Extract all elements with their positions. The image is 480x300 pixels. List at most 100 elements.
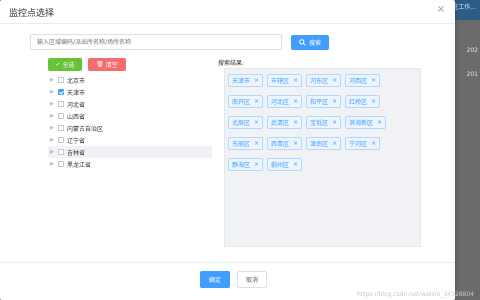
result-tag-label: 蓟州区 xyxy=(271,162,290,169)
result-tag: 蓟州区 × xyxy=(267,158,303,171)
tag-remove-icon[interactable]: × xyxy=(332,119,337,126)
result-tag: 河西区 × xyxy=(345,74,381,87)
search-input[interactable] xyxy=(30,34,282,50)
result-tag: 宝坻区 × xyxy=(306,116,342,129)
result-tag-label: 北辰区 xyxy=(232,120,251,127)
tree-node[interactable]: ▶ 天津市 xyxy=(48,86,212,98)
title-divider xyxy=(0,23,455,24)
select-all-button[interactable]: ✓ 全选 xyxy=(48,58,82,71)
result-tag-label: 西青区 xyxy=(271,141,290,148)
tag-remove-icon[interactable]: × xyxy=(254,140,259,147)
tag-remove-icon[interactable]: × xyxy=(293,77,298,84)
expand-arrow-icon[interactable]: ▶ xyxy=(48,113,56,119)
result-tag: 武清区 × xyxy=(267,116,303,129)
expand-arrow-icon[interactable]: ▶ xyxy=(48,101,56,107)
result-tag-label: 市辖区 xyxy=(271,78,290,85)
tree-node[interactable]: ▶ 黑龙江省 xyxy=(48,158,212,170)
tree-node[interactable]: ▶ 内蒙古自治区 xyxy=(48,122,212,134)
result-tag-label: 宁河区 xyxy=(349,141,368,148)
confirm-button[interactable]: 确定 xyxy=(200,271,230,288)
tree-node-label: 辽宁省 xyxy=(67,137,86,145)
result-tag: 河东区 × xyxy=(306,74,342,87)
result-tag: 北辰区 × xyxy=(228,116,264,129)
footer-divider xyxy=(0,262,455,263)
check-icon: ✓ xyxy=(55,61,61,68)
result-tag: 西青区 × xyxy=(267,137,303,150)
tree-node-label: 天津市 xyxy=(67,89,86,97)
tree-checkbox[interactable] xyxy=(58,77,64,83)
tag-remove-icon[interactable]: × xyxy=(254,77,259,84)
result-tag-label: 津南区 xyxy=(310,141,329,148)
result-tag: 和平区 × xyxy=(306,95,342,108)
tree-checkbox[interactable] xyxy=(58,149,64,155)
result-tag: 市辖区 × xyxy=(267,74,303,87)
tree-node[interactable]: ▶ 北京市 xyxy=(48,74,212,86)
expand-arrow-icon[interactable]: ▶ xyxy=(48,89,56,95)
tag-remove-icon[interactable]: × xyxy=(332,98,337,105)
tree-node-label: 吉林省 xyxy=(67,149,86,157)
tree-checkbox[interactable] xyxy=(58,137,64,143)
tree-node-label: 黑龙江省 xyxy=(67,161,92,169)
result-tag: 南开区 × xyxy=(228,95,264,108)
cancel-button[interactable]: 取消 xyxy=(237,271,267,288)
trash-icon: 🗑 xyxy=(96,61,104,68)
tree-node-label: 河北省 xyxy=(67,101,86,109)
background-row-value: 201 xyxy=(466,71,478,78)
tree-node-label: 山西省 xyxy=(67,113,86,121)
result-tag-label: 天津市 xyxy=(232,78,251,85)
tree-checkbox[interactable] xyxy=(58,101,64,107)
result-tag-label: 和平区 xyxy=(310,99,329,106)
expand-arrow-icon[interactable]: ▶ xyxy=(48,125,56,131)
tag-remove-icon[interactable]: × xyxy=(332,77,337,84)
tag-remove-icon[interactable]: × xyxy=(371,77,376,84)
close-icon[interactable]: × xyxy=(437,4,445,15)
tree-node[interactable]: ▶ 吉林省 xyxy=(48,146,212,158)
tree-node[interactable]: ▶ 山西省 xyxy=(48,110,212,122)
expand-arrow-icon[interactable]: ▶ xyxy=(48,77,56,83)
watermark: https://blog.csdn.net/weixin_34328804 xyxy=(356,291,474,298)
result-tag-label: 滨海新区 xyxy=(349,120,374,127)
result-tag-label: 河北区 xyxy=(271,99,290,106)
tree-node-label: 北京市 xyxy=(67,77,86,85)
tag-remove-icon[interactable]: × xyxy=(293,161,298,168)
tree-checkbox[interactable] xyxy=(58,161,64,167)
tree-checkbox[interactable] xyxy=(58,125,64,131)
tag-remove-icon[interactable]: × xyxy=(293,98,298,105)
expand-arrow-icon[interactable]: ▶ xyxy=(48,149,56,155)
result-tag-label: 河东区 xyxy=(310,78,329,85)
expand-arrow-icon[interactable]: ▶ xyxy=(48,137,56,143)
search-button[interactable]: 搜索 xyxy=(291,35,329,50)
result-tag-label: 武清区 xyxy=(271,120,290,127)
tag-remove-icon[interactable]: × xyxy=(332,140,337,147)
tag-remove-icon[interactable]: × xyxy=(293,140,298,147)
result-tag: 天津市 × xyxy=(228,74,264,87)
expand-arrow-icon[interactable]: ▶ xyxy=(48,161,56,167)
result-tag-label: 南开区 xyxy=(232,99,251,106)
tag-remove-icon[interactable]: × xyxy=(371,140,376,147)
tag-remove-icon[interactable]: × xyxy=(293,119,298,126)
result-tag: 河北区 × xyxy=(267,95,303,108)
result-tag: 东丽区 × xyxy=(228,137,264,150)
search-result-panel: 天津市 × 市辖区 × 河东区 × 河西区 × 南开区 × 河北区 × 和平区 × 红桥区 × 北辰区 × 武清区 ×… xyxy=(224,68,421,247)
result-tag: 宁河区 × xyxy=(345,137,381,150)
result-tag-label: 宝坻区 xyxy=(310,120,329,127)
tree-checkbox[interactable] xyxy=(58,89,64,95)
tree-node[interactable]: ▶ 河北省 xyxy=(48,98,212,110)
tag-remove-icon[interactable]: × xyxy=(377,119,382,126)
tag-remove-icon[interactable]: × xyxy=(254,119,259,126)
result-tag: 滨海新区 × xyxy=(345,116,387,129)
search-button-label: 搜索 xyxy=(308,40,321,47)
result-tag-label: 河西区 xyxy=(349,78,368,85)
tag-remove-icon[interactable]: × xyxy=(254,98,259,105)
result-tag: 静海区 × xyxy=(228,158,264,171)
result-tag-label: 静海区 xyxy=(232,162,251,169)
result-tag-label: 红桥区 xyxy=(349,99,368,106)
tag-remove-icon[interactable]: × xyxy=(254,161,259,168)
tree-checkbox[interactable] xyxy=(58,113,64,119)
tree-node[interactable]: ▶ 辽宁省 xyxy=(48,134,212,146)
clear-button[interactable]: 🗑 清空 xyxy=(88,58,126,71)
background-row-value: 202 xyxy=(466,47,478,54)
tag-remove-icon[interactable]: × xyxy=(371,98,376,105)
monitor-point-dialog: 监控点选择 × 搜索 ✓ 全选 🗑 清空 ▶ 北京市 ▶ 天津市 ▶ 河北省 xyxy=(0,0,455,300)
result-tag: 红桥区 × xyxy=(345,95,381,108)
